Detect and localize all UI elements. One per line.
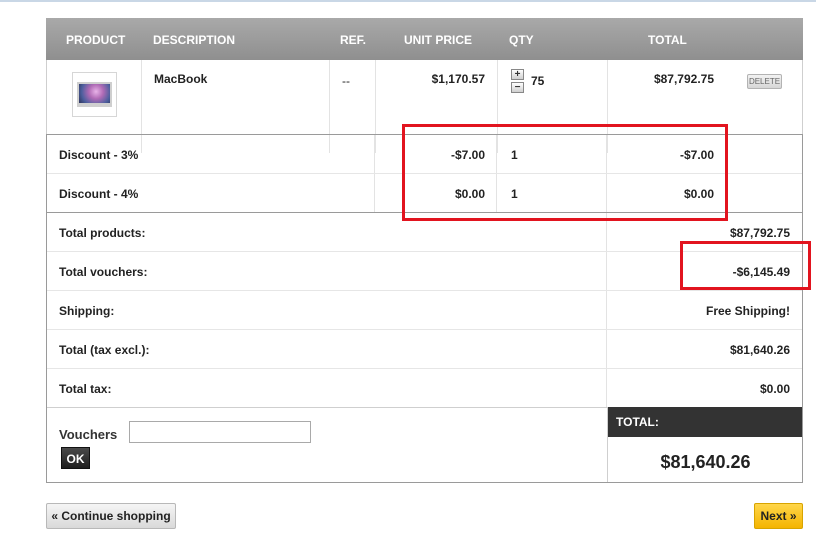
delete-button[interactable]: DELETE: [747, 74, 782, 89]
total-tax-label: Total tax:: [59, 382, 112, 396]
shipping-row: Shipping: Free Shipping!: [47, 291, 802, 330]
grand-total-label: TOTAL:: [608, 407, 802, 437]
product-quantity: 75: [531, 74, 545, 88]
product-ref: --: [342, 74, 350, 88]
header-description: DESCRIPTION: [153, 33, 236, 47]
total-vouchers-label: Total vouchers:: [59, 265, 148, 279]
header-product: PRODUCT: [66, 33, 126, 47]
continue-shopping-button[interactable]: « Continue shopping: [46, 503, 176, 529]
voucher-ok-button[interactable]: OK: [61, 447, 90, 469]
vouchers-label: Vouchers: [59, 427, 118, 442]
discount-label: Discount - 4%: [59, 187, 139, 201]
quantity-plus-button[interactable]: +: [511, 69, 524, 80]
vouchers-highlight-box: [680, 241, 811, 290]
header-unit-price: UNIT PRICE: [404, 33, 473, 47]
shipping-label: Shipping:: [59, 304, 115, 318]
voucher-form: Vouchers OK: [47, 407, 607, 482]
grand-total-box: TOTAL: $81,640.26: [607, 407, 802, 482]
top-border: [0, 0, 816, 2]
cart-table-header: PRODUCT DESCRIPTION REF. UNIT PRICE QTY …: [46, 18, 803, 60]
grand-total-value: $81,640.26: [660, 452, 751, 472]
product-total: $87,792.75: [653, 72, 714, 86]
total-tax-row: Total tax: $0.00: [47, 369, 802, 408]
quantity-minus-button[interactable]: −: [511, 82, 524, 93]
product-thumbnail[interactable]: [72, 72, 117, 117]
total-tax-excl-value: $81,640.26: [729, 343, 790, 357]
discount-highlight-box: [402, 124, 728, 221]
total-products-label: Total products:: [59, 226, 146, 240]
macbook-image: [77, 82, 112, 107]
total-tax-value: $0.00: [759, 382, 790, 396]
header-qty: QTY: [509, 33, 534, 47]
shipping-value: Free Shipping!: [706, 304, 790, 318]
total-tax-excl-row: Total (tax excl.): $81,640.26: [47, 330, 802, 369]
voucher-code-input[interactable]: [129, 421, 311, 443]
product-name-link[interactable]: MacBook: [154, 72, 207, 86]
header-ref: REF.: [340, 33, 367, 47]
next-button[interactable]: Next »: [754, 503, 803, 529]
total-products-value: $87,792.75: [729, 226, 790, 240]
quantity-stepper: + −: [511, 69, 524, 95]
header-total: TOTAL: [648, 33, 687, 47]
product-unit-price: $1,170.57: [431, 72, 485, 86]
discount-label: Discount - 3%: [59, 148, 139, 162]
total-tax-excl-label: Total (tax excl.):: [59, 343, 150, 357]
